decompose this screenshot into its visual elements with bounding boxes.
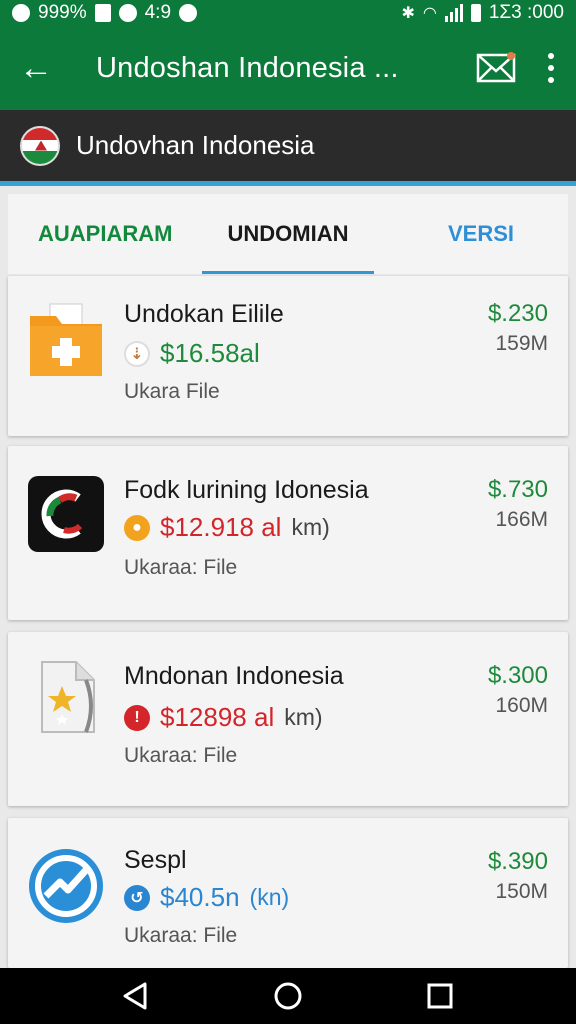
back-button[interactable]: ← — [0, 26, 72, 110]
tab-bar: AUAPIARAM UNDOMIAN VERSI — [8, 194, 568, 274]
arrow-left-icon: ← — [19, 48, 53, 87]
bluetooth-icon: ✱ — [401, 5, 415, 22]
coin-icon: ● — [124, 514, 150, 541]
app-bar: ← Undoshan Indonesia ... — [0, 26, 576, 110]
item-subtitle: Ukaraa: File — [124, 924, 238, 947]
nav-recents-icon[interactable] — [425, 981, 455, 1011]
item-unit: km) — [284, 704, 323, 730]
price-row: ! $12898 al km) — [124, 702, 323, 733]
message-icon — [179, 4, 198, 22]
wifi-icon: ◠ — [422, 5, 437, 22]
sub-header-title: Undovhan Indonesia — [76, 130, 315, 160]
list-item[interactable]: Sespl ↺ $40.5n (kn) Ukaraa: File $.390 1… — [8, 818, 568, 968]
nav-back-icon[interactable] — [121, 981, 151, 1011]
more-vert-icon — [548, 53, 554, 83]
app-logo-icon — [28, 476, 104, 552]
item-title: Fodk lurining Idonesia — [124, 476, 369, 504]
mail-icon — [476, 52, 516, 83]
item-subtitle: Ukaraa: File — [124, 556, 238, 579]
item-title: Mndonan Indonesia — [124, 662, 344, 690]
item-value: $.300 — [487, 662, 548, 689]
price-row: ● $12.918 al km) — [124, 512, 330, 543]
item-price: $16.58al — [160, 338, 260, 368]
sub-header: Undovhan Indonesia — [0, 110, 576, 186]
signal-icon — [444, 4, 463, 22]
info-icon: ⇣ — [124, 340, 150, 367]
list-item[interactable]: Fodk lurining Idonesia ● $12.918 al km) … — [8, 446, 568, 620]
item-size: 160M — [495, 694, 548, 717]
item-value: $.730 — [487, 476, 548, 503]
battery-icon — [470, 4, 481, 22]
chart-circle-icon — [29, 849, 103, 923]
notification-icon — [94, 4, 111, 22]
battery-percent: 999% — [38, 2, 87, 23]
item-unit: km) — [291, 514, 330, 540]
item-size: 159M — [495, 332, 548, 355]
tab-undomian[interactable]: UNDOMIAN — [198, 194, 378, 274]
item-title: Sespl — [124, 846, 187, 874]
overflow-menu-button[interactable] — [526, 26, 576, 110]
list-item[interactable]: Mndonan Indonesia ! $12898 al km) Ukaraa… — [8, 632, 568, 806]
star-file-icon — [41, 661, 95, 733]
list-item[interactable]: Undokan Eilile ⇣ $16.58al Ukara File $.2… — [8, 276, 568, 436]
item-size: 166M — [495, 508, 548, 531]
tab-auapiaram[interactable]: AUAPIARAM — [8, 194, 198, 274]
item-subtitle: Ukaraa: File — [124, 744, 238, 767]
item-size: 150M — [495, 880, 548, 903]
status-time: 4:9 — [144, 2, 172, 23]
status-bar: 999% 4:9 ✱ ◠ 1Σ3 :000 — [0, 0, 576, 26]
nav-home-icon[interactable] — [273, 981, 303, 1011]
price-row: ↺ $40.5n (kn) — [124, 882, 289, 913]
item-value: $.390 — [487, 848, 548, 875]
app-notification-icon — [118, 4, 137, 22]
item-unit: (kn) — [249, 884, 290, 910]
item-price: $12898 al — [160, 702, 275, 732]
tab-versi[interactable]: VERSI — [378, 194, 568, 274]
refresh-icon: ↺ — [124, 884, 150, 911]
item-price: $12.918 al — [160, 512, 282, 542]
status-clock: 1Σ3 :000 — [488, 2, 564, 23]
item-price: $40.5n — [160, 882, 240, 912]
system-nav-bar — [0, 968, 576, 1024]
app-title: Undoshan Indonesia ... — [96, 51, 399, 84]
item-subtitle: Ukara File — [124, 380, 220, 403]
item-value: $.230 — [487, 300, 548, 327]
flag-icon — [20, 125, 60, 166]
folder-plus-icon — [30, 303, 102, 376]
item-title: Undokan Eilile — [124, 300, 284, 328]
mail-button[interactable] — [466, 26, 526, 110]
alert-icon: ! — [124, 704, 150, 731]
sync-icon — [12, 4, 30, 22]
price-row: ⇣ $16.58al — [124, 338, 260, 369]
